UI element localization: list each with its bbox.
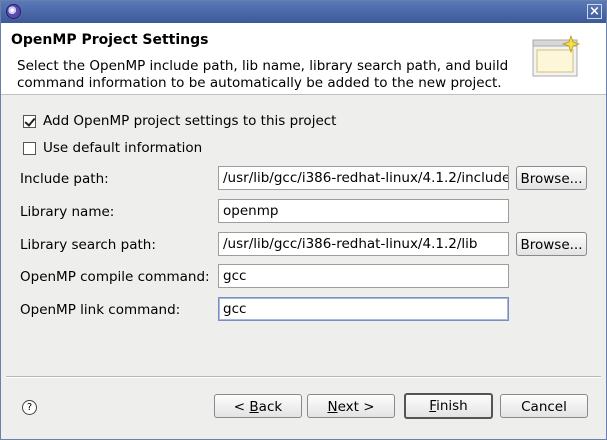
next-button[interactable]: Next > <box>307 394 395 418</box>
button-separator <box>6 376 601 378</box>
wizard-header: OpenMP Project Settings Select the OpenM… <box>1 23 606 95</box>
help-icon[interactable]: ? <box>22 400 37 415</box>
add-settings-checkbox[interactable] <box>23 114 36 128</box>
library-search-path-input[interactable] <box>218 232 509 256</box>
library-name-label: Library name: <box>20 204 115 220</box>
include-path-label: Include path: <box>20 171 109 187</box>
wizard-banner-icon <box>532 34 581 77</box>
link-command-input[interactable] <box>218 297 509 321</box>
use-default-label: Use default information <box>43 140 203 156</box>
close-icon[interactable]: × <box>587 4 602 19</box>
cancel-button[interactable]: Cancel <box>500 394 588 418</box>
compile-command-label: OpenMP compile command: <box>20 269 210 285</box>
library-search-path-label: Library search path: <box>20 237 156 253</box>
use-default-checkbox-row[interactable]: Use default information <box>23 140 202 156</box>
finish-button[interactable]: Finish <box>404 393 493 419</box>
page-title: OpenMP Project Settings <box>11 32 209 48</box>
compile-command-input[interactable] <box>218 264 509 288</box>
include-path-input[interactable] <box>218 166 509 190</box>
page-description: Select the OpenMP include path, lib name… <box>17 58 509 91</box>
eclipse-icon <box>6 4 21 19</box>
titlebar[interactable]: × <box>1 1 606 23</box>
library-name-input[interactable] <box>218 199 509 223</box>
browse-library-button[interactable]: Browse... <box>516 232 587 256</box>
dialog-window: × OpenMP Project Settings Select the Ope… <box>0 0 607 440</box>
add-settings-label: Add OpenMP project settings to this proj… <box>43 113 337 129</box>
back-button[interactable]: < Back <box>214 394 302 418</box>
add-settings-checkbox-row[interactable]: Add OpenMP project settings to this proj… <box>23 113 336 129</box>
link-command-label: OpenMP link command: <box>20 302 181 318</box>
use-default-checkbox[interactable] <box>23 141 36 155</box>
wizard-content: Add OpenMP project settings to this proj… <box>1 95 606 375</box>
browse-include-button[interactable]: Browse... <box>516 166 587 190</box>
